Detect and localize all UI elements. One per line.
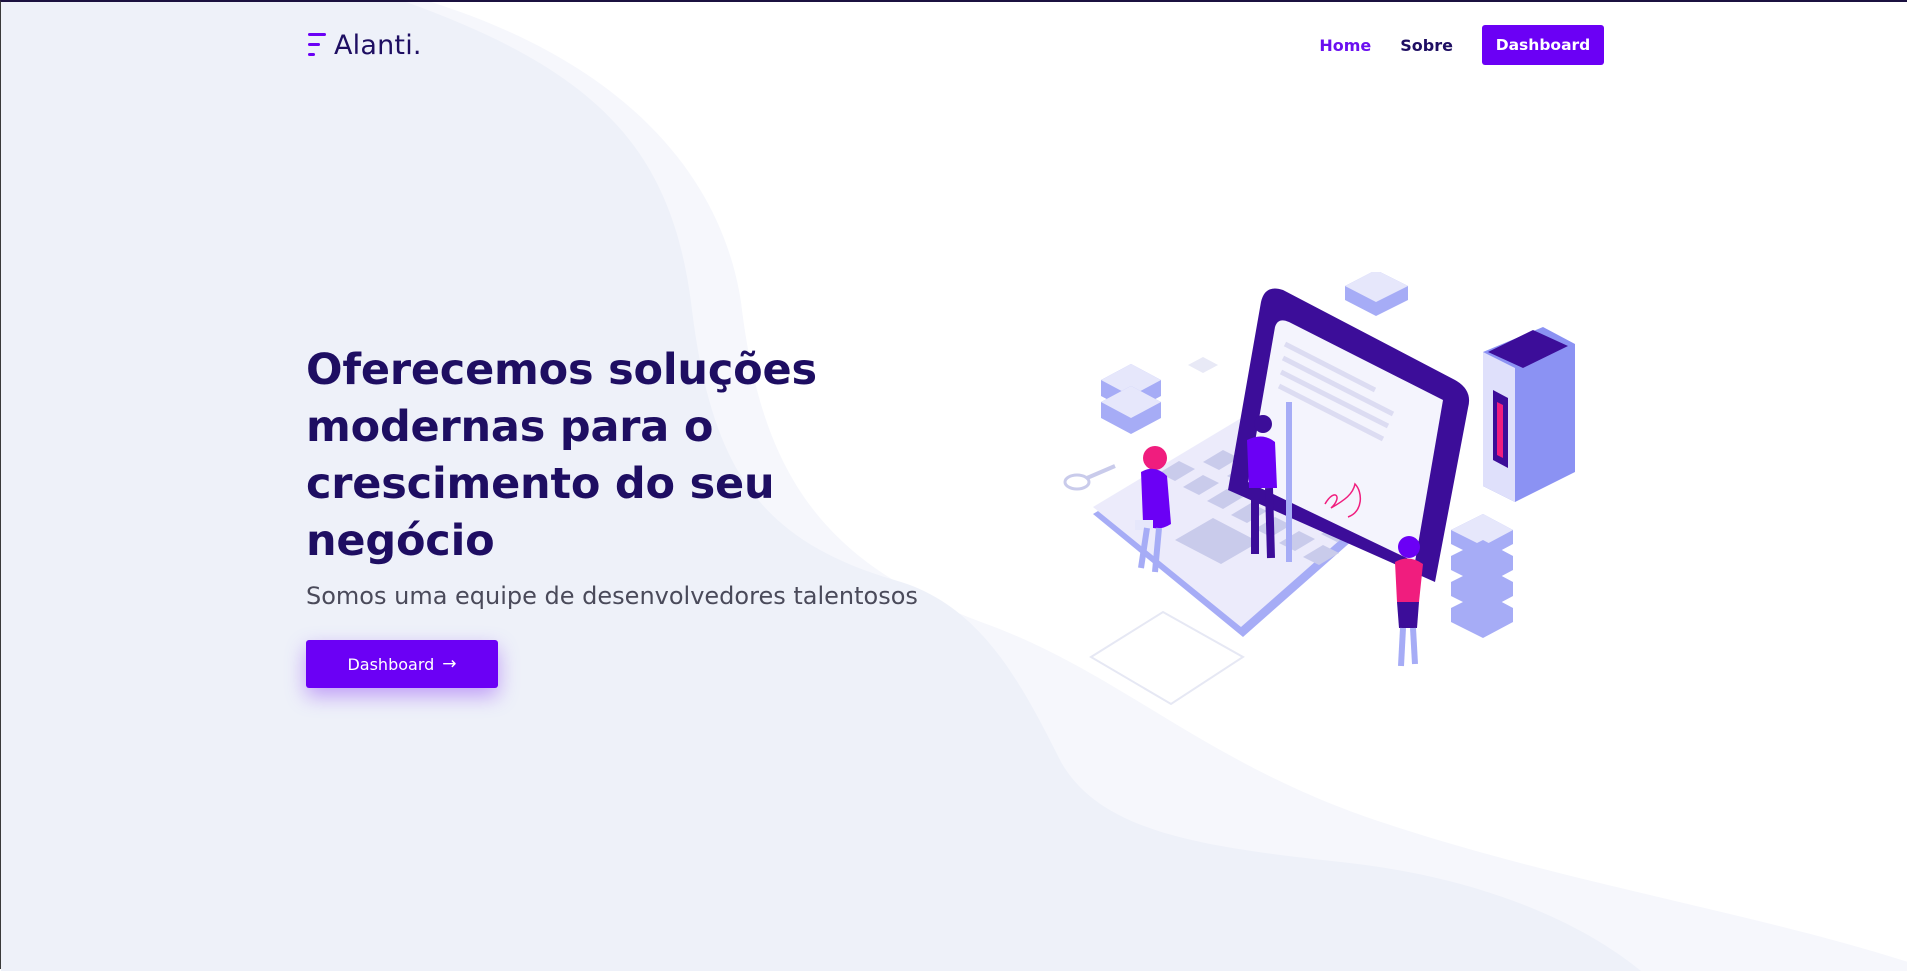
navbar: Alanti. Home Sobre Dashboard [306, 24, 1604, 66]
hero-subtitle: Somos uma equipe de desenvolvedores tale… [306, 582, 918, 610]
key-icon [1063, 464, 1116, 491]
background-waves [1, 2, 1907, 971]
server-stack-left [1101, 364, 1161, 434]
nav-link-home[interactable]: Home [1319, 36, 1371, 55]
hero-dashboard-button[interactable]: Dashboard → [306, 640, 498, 688]
server-top [1345, 272, 1408, 316]
floating-tile [1188, 357, 1218, 373]
nav-link-sobre[interactable]: Sobre [1400, 36, 1453, 55]
isometric-laptop-team-illustration [1063, 272, 1575, 706]
hero-title: Oferecemos soluções modernas para o cres… [306, 345, 817, 566]
nav-links: Home Sobre Dashboard [1319, 24, 1604, 66]
logo-text: Alanti. [334, 29, 422, 61]
hero-section: Oferecemos soluções modernas para o cres… [306, 342, 946, 688]
server-stack-right [1451, 514, 1513, 638]
arrow-right-icon: → [442, 653, 457, 674]
server-tower-right [1483, 327, 1575, 502]
floor-tile-outline [1089, 610, 1245, 706]
hero-dashboard-button-label: Dashboard [347, 654, 435, 674]
logo-icon [308, 33, 326, 56]
logo[interactable]: Alanti. [306, 29, 422, 61]
nav-dashboard-button[interactable]: Dashboard [1482, 25, 1604, 65]
